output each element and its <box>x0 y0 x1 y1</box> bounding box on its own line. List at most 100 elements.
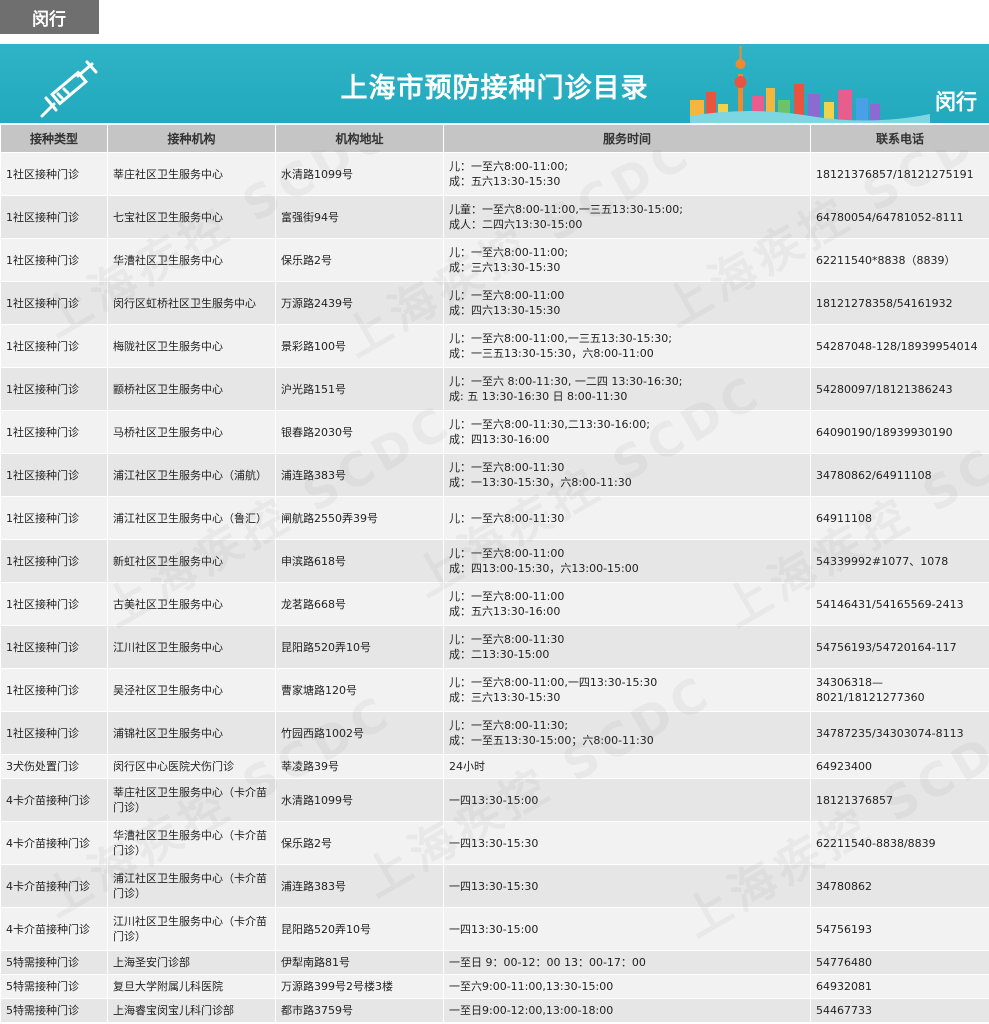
cell-type: 1社区接种门诊 <box>0 367 108 411</box>
cell-phone: 64911108 <box>810 496 989 540</box>
cell-org: 上海睿宝闵宝儿科门诊部 <box>107 998 276 1023</box>
cell-address: 曹家塘路120号 <box>275 668 444 712</box>
cell-type: 1社区接种门诊 <box>0 582 108 626</box>
cell-phone: 34306318—8021/18121277360 <box>810 668 989 712</box>
table-row: 1社区接种门诊 江川社区卫生服务中心 昆阳路520弄10号 儿：一至六8:00-11:… <box>0 625 989 669</box>
cell-phone: 34780862 <box>810 864 989 908</box>
cell-phone: 18121376857/18121275191 <box>810 152 989 196</box>
table-row: 1社区接种门诊 浦江社区卫生服务中心（鲁汇） 闸航路2550弄39号 儿：一至六8:0… <box>0 496 989 540</box>
hours-line: 成：一至五13:30-15:00；六8:00-11:30 <box>449 734 654 747</box>
cell-type: 1社区接种门诊 <box>0 324 108 368</box>
cell-org: 闵行区虹桥社区卫生服务中心 <box>107 281 276 325</box>
hours-line: 成：四13:00-15:30，六13:00-15:00 <box>449 562 639 575</box>
cell-type: 3犬伤处置门诊 <box>0 754 108 779</box>
table-row: 5特需接种门诊 上海睿宝闵宝儿科门诊部 都市路3759号 一至日9:00-12:00,… <box>0 998 989 1023</box>
header-banner: 上海市预防接种门诊目录 闵行 <box>0 44 989 123</box>
hours-line: 一四13:30-15:00 <box>449 793 539 807</box>
hours-line: 成：三六13:30-15:30 <box>449 261 561 274</box>
cell-phone: 64932081 <box>810 974 989 999</box>
cell-address: 景彩路100号 <box>275 324 444 368</box>
table-row: 3犬伤处置门诊 闵行区中心医院犬伤门诊 莘凌路39号 24小时 64923400 <box>0 754 989 779</box>
hours-line: 儿：一至六8:00-11:30 <box>449 511 565 525</box>
hours-line: 成：二13:30-15:00 <box>449 648 550 661</box>
cell-org: 江川社区卫生服务中心 <box>107 625 276 669</box>
cell-type: 4卡介苗接种门诊 <box>0 778 108 822</box>
table-row: 4卡介苗接种门诊 华漕社区卫生服务中心（卡介苗门诊） 保乐路2号 一四13:30-15… <box>0 821 989 865</box>
hours-line: 成：一三五13:30-15:30，六8:00-11:00 <box>449 347 654 360</box>
district-tab: 闵行 <box>0 0 99 34</box>
hours-line: 一至六9:00-11:00,13:30-15:00 <box>449 980 614 993</box>
cell-type: 5特需接种门诊 <box>0 974 108 999</box>
cell-org: 七宝社区卫生服务中心 <box>107 195 276 239</box>
cell-address: 保乐路2号 <box>275 821 444 865</box>
cell-address: 银春路2030号 <box>275 410 444 454</box>
cell-type: 5特需接种门诊 <box>0 950 108 975</box>
cell-type: 1社区接种门诊 <box>0 625 108 669</box>
cell-hours: 儿：一至六8:00-11:00 成：四13:00-15:30，六13:00-15:… <box>443 539 811 583</box>
cell-phone: 54146431/54165569-2413 <box>810 582 989 626</box>
cell-org: 梅陇社区卫生服务中心 <box>107 324 276 368</box>
cell-hours: 儿：一至六8:00-11:30,二13:30-16:00; 成：四13:30-16… <box>443 410 811 454</box>
cell-phone: 54756193/54720164-117 <box>810 625 989 669</box>
cell-type: 1社区接种门诊 <box>0 238 108 282</box>
cell-org: 上海圣安门诊部 <box>107 950 276 975</box>
cell-hours: 儿：一至六8:00-11:00; 成：三六13:30-15:30 <box>443 238 811 282</box>
cell-type: 4卡介苗接种门诊 <box>0 907 108 951</box>
hours-line: 儿：一至六8:00-11:30 <box>449 461 565 474</box>
table-header-row: 接种类型 接种机构 机构地址 服务时间 联系电话 <box>0 124 989 153</box>
hours-line: 儿：一至六8:00-11:30,二13:30-16:00; <box>449 418 650 431</box>
hours-line: 儿：一至六 8:00-11:30, 一二四 13:30-16:30; <box>449 375 683 388</box>
cell-hours: 儿：一至六8:00-11:30; 成：一至五13:30-15:00；六8:00-1… <box>443 711 811 755</box>
cell-hours: 一至日9:00-12:00,13:00-18:00 <box>443 998 811 1023</box>
cell-address: 万源路399号2号楼3楼 <box>275 974 444 999</box>
cell-address: 水清路1099号 <box>275 778 444 822</box>
cell-org: 浦锦社区卫生服务中心 <box>107 711 276 755</box>
district-tab-label: 闵行 <box>32 9 66 30</box>
hours-line: 成：一13:30-15:30，六8:00-11:30 <box>449 476 632 489</box>
cell-address: 申滨路618号 <box>275 539 444 583</box>
cell-type: 1社区接种门诊 <box>0 711 108 755</box>
cell-address: 闸航路2550弄39号 <box>275 496 444 540</box>
cell-phone: 54776480 <box>810 950 989 975</box>
cell-org: 浦江社区卫生服务中心（卡介苗门诊） <box>107 864 276 908</box>
cell-type: 5特需接种门诊 <box>0 998 108 1023</box>
cell-org: 马桥社区卫生服务中心 <box>107 410 276 454</box>
hours-line: 一四13:30-15:30 <box>449 879 539 893</box>
hours-line: 成：四六13:30-15:30 <box>449 304 561 317</box>
hours-line: 儿：一至六8:00-11:00; <box>449 246 569 259</box>
table-row: 5特需接种门诊 复旦大学附属儿科医院 万源路399号2号楼3楼 一至六9:00-11:… <box>0 974 989 999</box>
cell-address: 昆阳路520弄10号 <box>275 907 444 951</box>
cell-address: 龙茗路668号 <box>275 582 444 626</box>
cell-phone: 54756193 <box>810 907 989 951</box>
cell-address: 都市路3759号 <box>275 998 444 1023</box>
cell-type: 1社区接种门诊 <box>0 410 108 454</box>
table-row: 1社区接种门诊 七宝社区卫生服务中心 富强街94号 儿童：一至六8:00-11:00,… <box>0 195 989 239</box>
cell-org: 江川社区卫生服务中心（卡介苗门诊） <box>107 907 276 951</box>
table-row: 4卡介苗接种门诊 莘庄社区卫生服务中心（卡介苗门诊） 水清路1099号 一四13:30… <box>0 778 989 822</box>
table-row: 1社区接种门诊 闵行区虹桥社区卫生服务中心 万源路2439号 儿：一至六8:00-11… <box>0 281 989 325</box>
header-address: 机构地址 <box>275 124 444 153</box>
cell-org: 古美社区卫生服务中心 <box>107 582 276 626</box>
cell-type: 1社区接种门诊 <box>0 496 108 540</box>
cell-org: 复旦大学附属儿科医院 <box>107 974 276 999</box>
cell-org: 莘庄社区卫生服务中心 <box>107 152 276 196</box>
table-row: 1社区接种门诊 浦江社区卫生服务中心（浦航） 浦连路383号 儿：一至六8:00-11… <box>0 453 989 497</box>
hours-line: 一四13:30-15:30 <box>449 836 539 850</box>
cell-type: 1社区接种门诊 <box>0 281 108 325</box>
cell-phone: 62211540*8838（8839） <box>810 238 989 282</box>
table-row: 4卡介苗接种门诊 江川社区卫生服务中心（卡介苗门诊） 昆阳路520弄10号 一四13:… <box>0 907 989 951</box>
hours-line: 儿：一至六8:00-11:00,一四13:30-15:30 <box>449 676 658 689</box>
cell-address: 万源路2439号 <box>275 281 444 325</box>
cell-type: 1社区接种门诊 <box>0 453 108 497</box>
cell-org: 新虹社区卫生服务中心 <box>107 539 276 583</box>
table-row: 1社区接种门诊 莘庄社区卫生服务中心 水清路1099号 儿：一至六8:00-11:00… <box>0 152 989 196</box>
cell-phone: 64923400 <box>810 754 989 779</box>
cell-hours: 一四13:30-15:00 <box>443 907 811 951</box>
table-row: 5特需接种门诊 上海圣安门诊部 伊犁南路81号 一至日 9：00-12：00 13：0… <box>0 950 989 975</box>
hours-line: 儿：一至六8:00-11:00 <box>449 547 565 560</box>
cell-address: 浦连路383号 <box>275 453 444 497</box>
cell-phone: 54287048-128/18939954014 <box>810 324 989 368</box>
table-row: 1社区接种门诊 颛桥社区卫生服务中心 沪光路151号 儿：一至六 8:00-11:30… <box>0 367 989 411</box>
cell-type: 1社区接种门诊 <box>0 152 108 196</box>
hours-line: 成: 五 13:30-16:30 日 8:00-11:30 <box>449 390 628 403</box>
